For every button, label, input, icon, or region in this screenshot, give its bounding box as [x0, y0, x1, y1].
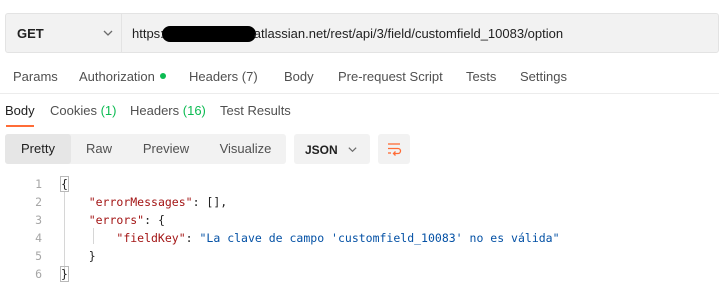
auth-status-dot-icon — [159, 73, 166, 79]
code-line: 5 } — [0, 249, 719, 267]
json-punctuation: : { — [144, 213, 165, 227]
json-punctuation: } — [60, 266, 69, 282]
json-string: "La clave de campo 'customfield_10083' n… — [199, 231, 560, 245]
chevron-down-icon — [348, 147, 357, 153]
json-punctuation: } — [61, 249, 96, 263]
tab-tests[interactable]: Tests — [466, 69, 496, 84]
code-text: "errors": { — [61, 213, 165, 227]
json-punctuation: { — [60, 176, 69, 192]
code-text: "fieldKey": "La clave de campo 'customfi… — [61, 231, 560, 245]
method-label: GET — [17, 26, 44, 41]
tab-settings[interactable]: Settings — [520, 69, 567, 84]
wrap-lines-icon — [388, 143, 402, 156]
request-url-bar: GET https: atlassian.net/rest/api/3/field… — [5, 13, 719, 53]
json-key: "errorMessages" — [88, 195, 193, 209]
section-divider — [0, 93, 719, 94]
tab-headers[interactable]: Headers (7) — [189, 69, 258, 84]
json-punctuation: : [], — [192, 195, 228, 209]
format-label: JSON — [305, 143, 338, 157]
response-tab-headers[interactable]: Headers (16) — [130, 103, 206, 118]
response-tab-test-results[interactable]: Test Results — [220, 103, 291, 118]
tab-params[interactable]: Params — [13, 69, 58, 84]
line-number: 3 — [35, 213, 42, 227]
tab-body[interactable]: Body — [284, 69, 314, 84]
json-punctuation — [61, 213, 89, 227]
line-number: 2 — [35, 195, 42, 209]
url-suffix: atlassian.net/rest/api/3/field/customfie… — [253, 26, 564, 41]
url-input[interactable]: https: atlassian.net/rest/api/3/field/cus… — [132, 26, 563, 42]
tab-pre-request-script[interactable]: Pre-request Script — [338, 69, 443, 84]
json-punctuation: : — [185, 231, 200, 245]
url-prefix: https: — [132, 26, 164, 41]
view-visualize-button[interactable]: Visualize — [205, 134, 286, 164]
view-pretty-button[interactable]: Pretty — [5, 134, 71, 164]
code-text: } — [61, 249, 96, 263]
line-number: 6 — [35, 267, 42, 281]
code-line: 2 "errorMessages": [], — [0, 195, 719, 213]
json-punctuation — [61, 231, 116, 245]
redacted-host — [161, 26, 256, 42]
line-number: 1 — [35, 177, 42, 191]
response-body-viewer[interactable]: 1{2 "errorMessages": [], 3 "errors": {4 "… — [0, 174, 719, 298]
active-tab-indicator — [6, 125, 34, 127]
json-punctuation — [61, 195, 89, 209]
code-line: 6} — [0, 266, 719, 285]
code-line: 3 "errors": { — [0, 213, 719, 231]
response-tab-cookies[interactable]: Cookies (1) — [50, 103, 116, 118]
code-text: "errorMessages": [], — [61, 195, 227, 209]
method-select[interactable]: GET — [6, 14, 122, 52]
view-preview-button[interactable]: Preview — [127, 134, 205, 164]
line-number: 4 — [35, 231, 42, 245]
request-tabs: Params Authorization Headers (7) Body Pr… — [0, 62, 719, 92]
code-text: } — [60, 266, 69, 282]
json-key: "errors" — [88, 213, 145, 227]
format-select[interactable]: JSON — [294, 134, 370, 164]
view-raw-button[interactable]: Raw — [71, 134, 127, 164]
json-key: "fieldKey" — [116, 231, 186, 245]
code-text: { — [60, 176, 69, 192]
view-mode-group: Pretty Raw Preview Visualize — [5, 134, 286, 164]
code-line: 1{ — [0, 176, 719, 195]
tab-authorization[interactable]: Authorization — [79, 69, 166, 84]
wrap-lines-button[interactable] — [378, 134, 410, 164]
line-number: 5 — [35, 249, 42, 263]
code-line: 4 "fieldKey": "La clave de campo 'custom… — [0, 231, 719, 249]
chevron-down-icon — [103, 30, 113, 36]
response-tab-body[interactable]: Body — [5, 103, 35, 118]
